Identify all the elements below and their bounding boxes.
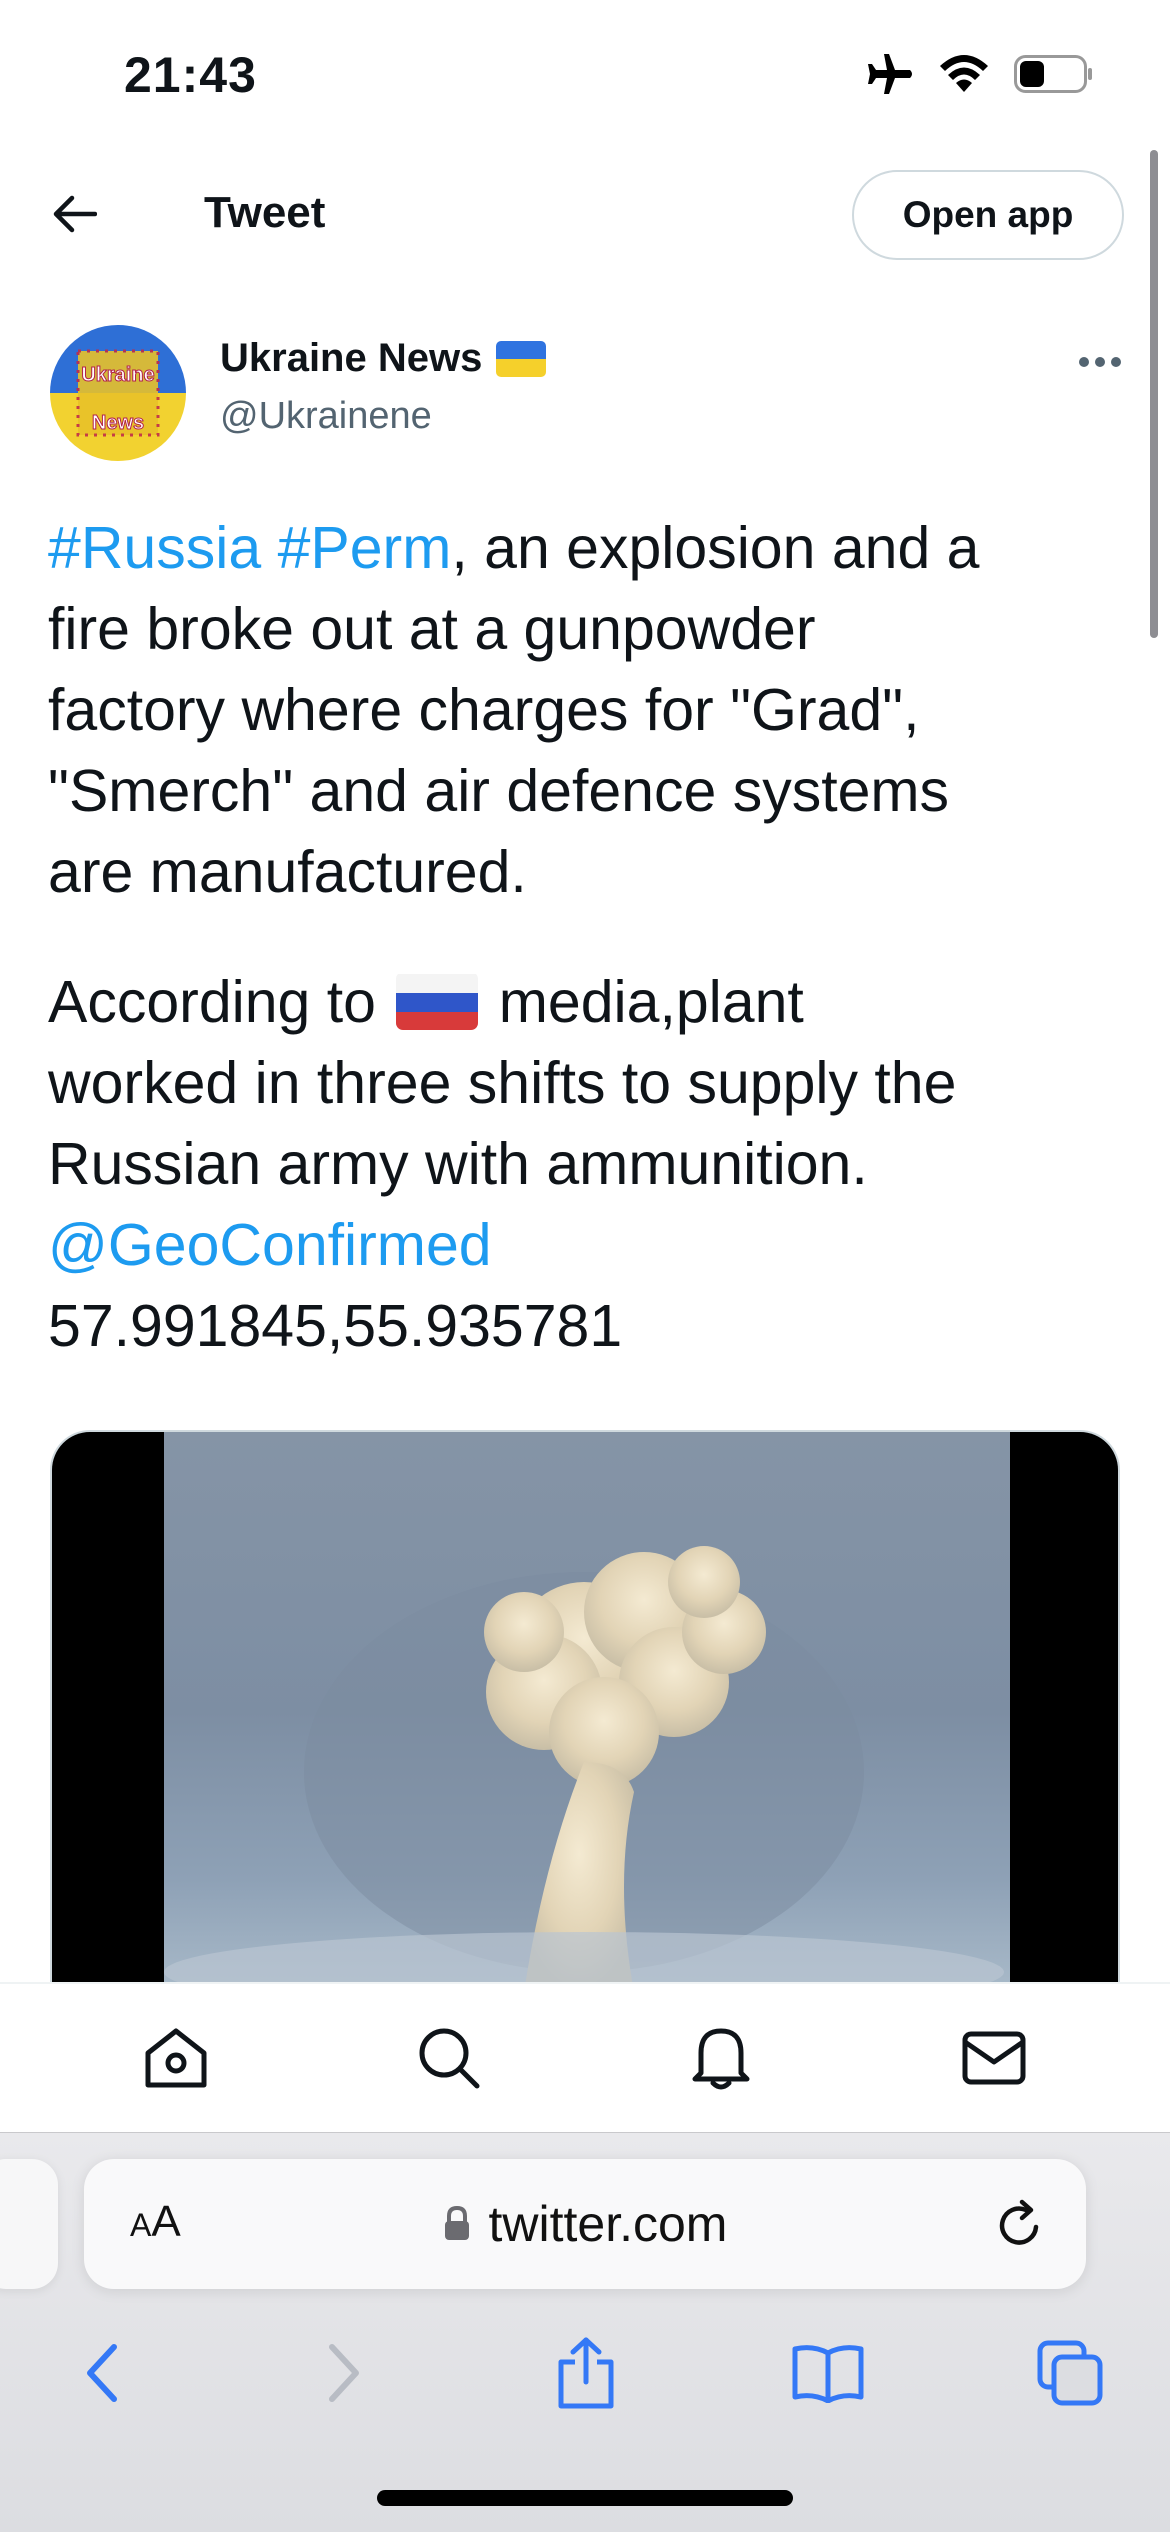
author-handle[interactable]: @Ukrainene <box>220 395 432 438</box>
tabs-icon <box>1037 2340 1103 2406</box>
avatar-text-top: Ukraine <box>81 364 154 386</box>
tabs-button[interactable] <box>1030 2333 1110 2413</box>
tweet-text-segment: According to <box>48 969 376 1035</box>
safari-toolbar <box>0 2323 1170 2423</box>
tweet-line: factory where charges for "Grad", <box>48 677 920 743</box>
avatar-text-bottom: News <box>92 412 144 434</box>
page-title: Tweet <box>204 188 326 237</box>
nav-home[interactable] <box>131 2013 221 2103</box>
tweet-line: Russian army with ammunition. <box>48 1131 868 1197</box>
tweet-line: According to media,plant <box>48 962 1128 1043</box>
tweet-text-segment: , an explosion and a <box>451 515 980 581</box>
tweet-media[interactable] <box>50 1430 1120 1990</box>
tweet-header: Tweet Open app <box>0 150 1170 280</box>
tweet-line: worked in three shifts to supply the <box>48 1050 957 1116</box>
bookmarks-icon <box>792 2345 864 2403</box>
tweet-line: "Smerch" and air defence systems <box>48 758 950 824</box>
tweet-text: #Russia #Perm, an explosion and a fire b… <box>48 508 1128 1367</box>
back-button[interactable] <box>46 186 102 242</box>
mention-link[interactable]: @GeoConfirmed <box>48 1205 1128 1286</box>
russia-flag-icon <box>396 972 479 1030</box>
home-indicator[interactable] <box>377 2490 793 2506</box>
status-icons <box>862 52 1094 101</box>
reload-icon[interactable] <box>992 2197 1048 2253</box>
tweet-line: fire broke out at a gunpowder <box>48 596 816 662</box>
tweet-line: are manufactured. <box>48 839 527 905</box>
smoke-plume-image <box>164 1546 1004 1990</box>
messages-icon <box>962 2031 1026 2085</box>
more-options-button[interactable] <box>1070 342 1130 382</box>
address-bar[interactable]: AA twitter.com <box>84 2159 1086 2289</box>
notifications-icon <box>692 2028 750 2090</box>
home-icon <box>145 2028 207 2088</box>
tweet-line: #Russia #Perm, an explosion and a <box>48 508 1128 589</box>
share-button[interactable] <box>546 2333 626 2413</box>
previous-tab-peek[interactable] <box>0 2159 58 2289</box>
bottom-nav <box>0 1982 1170 2132</box>
author-name-row[interactable]: Ukraine News <box>220 336 547 381</box>
hashtag-russia[interactable]: #Russia <box>48 515 261 581</box>
hashtag-perm[interactable]: #Perm <box>278 515 452 581</box>
tweet-line: 57.991845,55.935781 <box>48 1293 623 1359</box>
ukraine-flag-icon <box>496 340 547 377</box>
battery-icon <box>1014 53 1094 100</box>
safari-back-button[interactable] <box>62 2333 142 2413</box>
nav-notifications[interactable] <box>676 2013 766 2103</box>
more-icon <box>1079 357 1121 367</box>
share-icon <box>558 2337 614 2409</box>
forward-icon <box>329 2344 359 2402</box>
status-bar: 21:43 <box>0 0 1170 140</box>
author-name: Ukraine News <box>220 336 483 380</box>
safari-chrome: AA twitter.com <box>0 2132 1170 2532</box>
avatar[interactable]: Ukraine News <box>50 325 186 461</box>
lock-icon <box>444 2206 469 2240</box>
status-time: 21:43 <box>124 47 257 103</box>
url-text: twitter.com <box>488 2196 728 2252</box>
safari-forward-button[interactable] <box>304 2333 384 2413</box>
back-icon <box>87 2344 117 2402</box>
search-icon <box>419 2028 480 2089</box>
nav-messages[interactable] <box>949 2013 1039 2103</box>
tweet-text-segment: media,plant <box>498 969 804 1035</box>
wifi-icon <box>938 54 990 99</box>
video-frame <box>164 1432 1010 1990</box>
open-app-button[interactable]: Open app <box>852 170 1124 260</box>
nav-search[interactable] <box>404 2013 494 2103</box>
url-display[interactable]: twitter.com <box>84 2195 1086 2253</box>
bookmarks-button[interactable] <box>788 2333 868 2413</box>
airplane-mode-icon <box>862 52 914 101</box>
arrow-left-icon <box>53 195 97 233</box>
